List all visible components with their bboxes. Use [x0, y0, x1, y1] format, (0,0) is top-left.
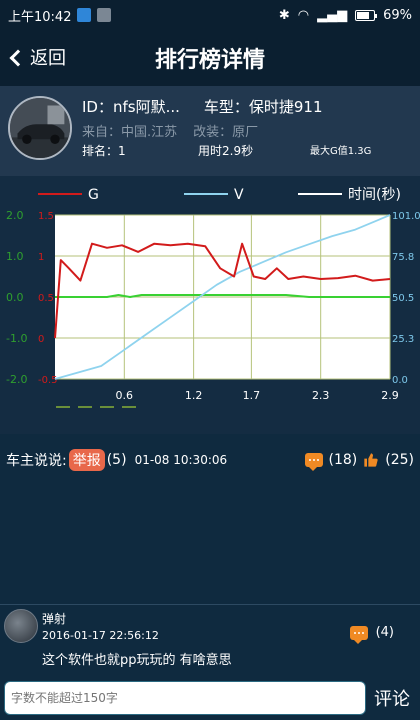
x-tick-label: 0.6 [116, 389, 134, 402]
battery-icon [355, 9, 378, 21]
submit-comment-button[interactable]: 评论 [374, 685, 410, 711]
comment-prefix: 车主说说: [6, 453, 67, 469]
comment-icon[interactable] [304, 453, 323, 471]
like-count: (25) [385, 452, 414, 468]
owner-comment-bar: 车主说说: 举报 (5) 01-08 10:30:06 (18) (25) [0, 440, 420, 480]
legend-label: V [234, 187, 244, 203]
modification: 改装：原厂 [193, 125, 259, 140]
battery-percent: 69% [383, 7, 412, 23]
avatar[interactable] [8, 96, 72, 160]
performance-chart: G V 时间(秒) 0.6 1.2 1.7 2.3 2.9 2.0 1.0 0.0 -1.0 -2.0 1… [0, 176, 420, 434]
reply-icon[interactable] [349, 625, 368, 644]
car-model: 车型：保时捷911 [203, 98, 323, 116]
comment-datetime: 01-08 10:30:06 [134, 453, 228, 467]
report-button[interactable]: 举报 [68, 449, 105, 471]
y-tick-label-red: -0.5 [38, 375, 58, 386]
signal-icon: ▂▄▆ [317, 7, 348, 23]
wifi-icon: ◠ [297, 7, 310, 23]
x-tick-label: 2.3 [312, 389, 330, 402]
comment-username: 弹射 [42, 612, 67, 626]
status-bar: 上午10:42 ✱ ◠ ▂▄▆ 69% [0, 0, 420, 30]
x-tick-label: 1.7 [243, 389, 261, 402]
y-tick-label-right: 25.3 [392, 334, 414, 345]
y-tick-label-right: 101.0 [392, 211, 420, 222]
nav-bar: 返回 排行榜详情 [0, 30, 420, 86]
y-tick-label-right: 0.0 [392, 375, 408, 386]
y-tick-label-green: 2.0 [6, 209, 24, 222]
comment-count: (18) [328, 452, 358, 468]
y-tick-label-red: 0.5 [38, 293, 54, 304]
y-tick-label-red: 1.5 [38, 211, 54, 222]
legend-label: 时间(秒) [348, 187, 401, 203]
list-item: 弹射 2016-01-17 22:56:12 这个软件也就pp玩玩的 有啥意思 … [0, 605, 420, 675]
legend-label: G [88, 187, 99, 203]
empty-space [0, 480, 420, 604]
y-tick-label-right: 50.5 [392, 293, 414, 304]
x-tick-label: 1.2 [185, 389, 203, 402]
chart-svg: G V 时间(秒) 0.6 1.2 1.7 2.3 2.9 2.0 1.0 0.0 -1.0 -2.0 1… [6, 187, 420, 408]
y-tick-label-green: 1.0 [6, 250, 24, 263]
car-photo-icon [10, 98, 70, 158]
bluetooth-icon: ✱ [278, 7, 290, 23]
comment-datetime: 2016-01-17 22:56:12 [42, 629, 159, 642]
y-tick-label-green: -2.0 [6, 373, 27, 386]
x-tick-label: 2.9 [381, 389, 399, 402]
comment-input[interactable] [4, 680, 366, 715]
thumbs-up-icon[interactable] [363, 452, 379, 468]
page-title: 排行榜详情 [154, 48, 265, 73]
image-icon [97, 8, 112, 22]
status-time: 上午10:42 [8, 9, 72, 25]
user-id: ID：nfs阿默... [82, 98, 180, 116]
avatar[interactable] [4, 609, 38, 643]
y-tick-label-red: 0 [38, 334, 44, 345]
y-tick-label-red: 1 [38, 252, 44, 263]
comment-input-row: 评论 [0, 675, 420, 720]
time-used: 用时2.9秒 [198, 144, 254, 158]
y-tick-label-right: 75.8 [392, 252, 414, 263]
report-count: (5) [106, 452, 127, 468]
profile-card: ID：nfs阿默... 车型：保时捷911 来自：中国.江苏 改装：原厂 排名：… [0, 86, 420, 176]
y-tick-label-green: 0.0 [6, 291, 24, 304]
rank: 排名：1 [82, 144, 126, 158]
origin: 来自：中国.江苏 [82, 125, 178, 140]
comment-text: 这个软件也就pp玩玩的 有啥意思 [42, 653, 232, 668]
max-g: 最大G值1.3G [310, 146, 372, 157]
upload-icon [77, 8, 92, 22]
reply-count: (4) [375, 625, 394, 640]
y-tick-label-green: -1.0 [6, 332, 27, 345]
